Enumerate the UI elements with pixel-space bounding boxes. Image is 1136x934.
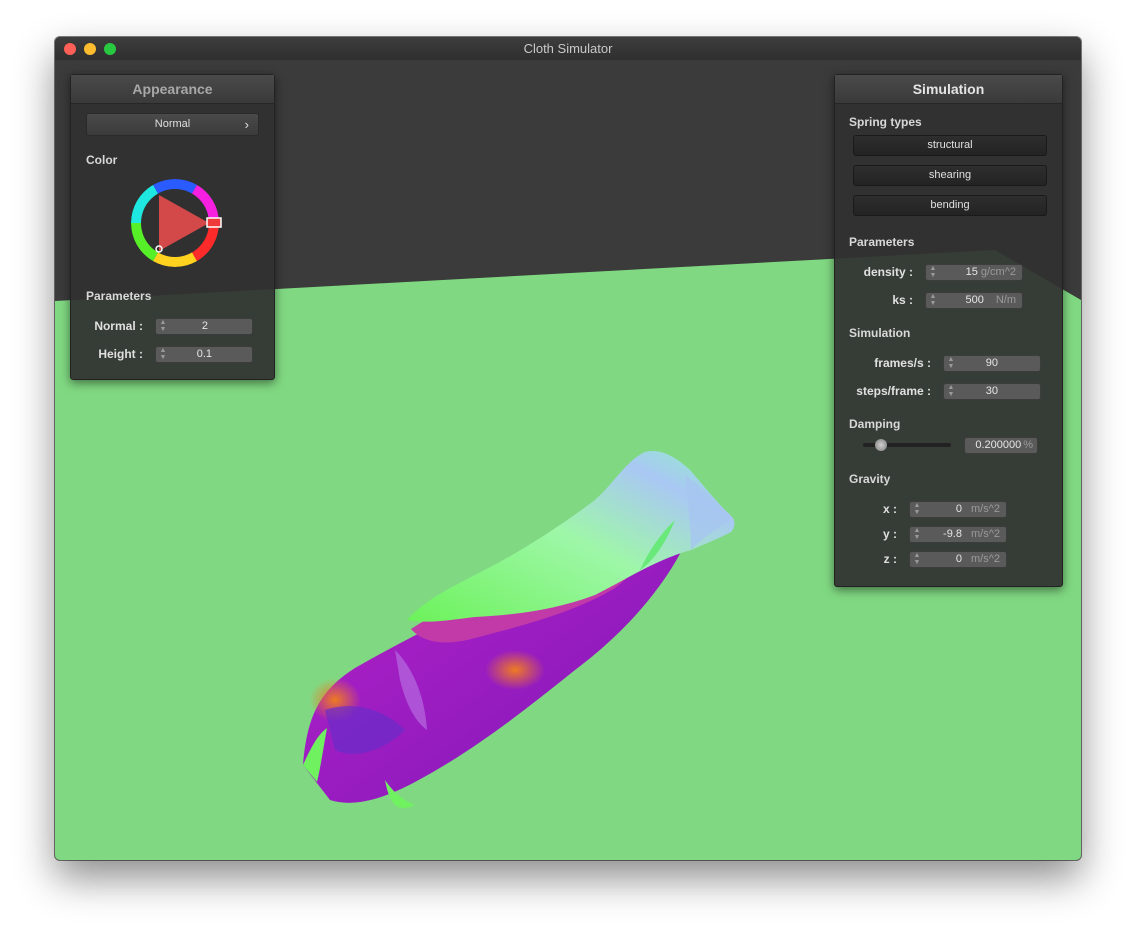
ks-value: 500 bbox=[965, 294, 984, 306]
gravity-x-label: x : bbox=[882, 502, 897, 516]
normal-label: Normal : bbox=[94, 319, 143, 333]
frames-label: frames/s : bbox=[874, 356, 931, 370]
spinner-icon[interactable]: ▲ ▼ bbox=[159, 319, 167, 334]
zoom-button[interactable] bbox=[104, 43, 116, 55]
steps-label: steps/frame : bbox=[856, 384, 931, 398]
gravity-y-unit: m/s^2 bbox=[971, 528, 1000, 540]
title-bar[interactable]: Cloth Simulator bbox=[55, 37, 1081, 61]
chevron-right-icon: › bbox=[244, 117, 249, 132]
normal-input[interactable]: ▲ ▼ 2 bbox=[155, 318, 253, 335]
spinner-icon[interactable]: ▲ ▼ bbox=[159, 347, 167, 362]
color-wheel-icon[interactable] bbox=[125, 173, 225, 273]
steps-value: 30 bbox=[985, 385, 998, 397]
damping-unit: % bbox=[1023, 439, 1033, 451]
spinner-icon[interactable]: ▲ ▼ bbox=[913, 552, 921, 567]
minimize-button[interactable] bbox=[84, 43, 96, 55]
gravity-label: Gravity bbox=[849, 472, 891, 486]
gravity-y-input[interactable]: ▲ ▼ -9.8 m/s^2 bbox=[909, 526, 1007, 543]
appearance-title: Appearance bbox=[71, 75, 274, 104]
gravity-z-value: 0 bbox=[955, 553, 962, 565]
height-label: Height : bbox=[98, 347, 143, 361]
gravity-y-value: -9.8 bbox=[943, 528, 962, 540]
app-window: Cloth Simulator Appearance Normal › Colo… bbox=[55, 37, 1081, 860]
gravity-x-unit: m/s^2 bbox=[971, 503, 1000, 515]
frames-input[interactable]: ▲ ▼ 90 bbox=[943, 355, 1041, 372]
damping-value: 0.200000 bbox=[975, 439, 1022, 451]
shader-dropdown[interactable]: Normal › bbox=[86, 113, 259, 136]
spinner-icon[interactable]: ▲ ▼ bbox=[913, 502, 921, 517]
gravity-z-label: z : bbox=[883, 552, 897, 566]
ks-label: ks : bbox=[892, 293, 913, 307]
height-input[interactable]: ▲ ▼ 0.1 bbox=[155, 346, 253, 363]
spring-types-label: Spring types bbox=[849, 115, 922, 129]
color-label: Color bbox=[86, 153, 118, 167]
height-value: 0.1 bbox=[196, 348, 212, 360]
close-button[interactable] bbox=[64, 43, 76, 55]
simulation-section-label: Simulation bbox=[849, 326, 911, 340]
3d-viewport[interactable]: Appearance Normal › Color Parameters Nor… bbox=[55, 60, 1081, 860]
ks-input[interactable]: ▲ ▼ 500 N/m bbox=[925, 292, 1023, 309]
sim-parameters-label: Parameters bbox=[849, 235, 915, 249]
steps-input[interactable]: ▲ ▼ 30 bbox=[943, 383, 1041, 400]
gravity-x-input[interactable]: ▲ ▼ 0 m/s^2 bbox=[909, 501, 1007, 518]
density-input[interactable]: ▲ ▼ 15 g/cm^2 bbox=[925, 264, 1023, 281]
damping-slider[interactable] bbox=[863, 439, 951, 451]
spinner-icon[interactable]: ▲ ▼ bbox=[947, 356, 955, 371]
damping-label: Damping bbox=[849, 417, 901, 431]
density-label: density : bbox=[863, 265, 913, 279]
ks-unit: N/m bbox=[995, 294, 1016, 306]
density-value: 15 bbox=[965, 266, 978, 278]
bending-button[interactable]: bending bbox=[853, 195, 1047, 216]
spinner-icon[interactable]: ▲ ▼ bbox=[929, 265, 937, 280]
spinner-icon[interactable]: ▲ ▼ bbox=[913, 527, 921, 542]
simulation-title: Simulation bbox=[835, 75, 1062, 104]
simulation-panel: Simulation Spring types structural shear… bbox=[834, 74, 1063, 587]
gravity-x-value: 0 bbox=[955, 503, 962, 515]
appearance-panel: Appearance Normal › Color Parameters Nor… bbox=[70, 74, 275, 380]
gravity-z-unit: m/s^2 bbox=[971, 553, 1000, 565]
damping-input[interactable]: 0.200000% bbox=[964, 437, 1038, 454]
normal-value: 2 bbox=[201, 320, 208, 332]
shader-dropdown-value: Normal bbox=[154, 118, 191, 130]
gravity-y-label: y : bbox=[882, 527, 897, 541]
structural-button[interactable]: structural bbox=[853, 135, 1047, 156]
appearance-parameters-label: Parameters bbox=[86, 289, 152, 303]
spinner-icon[interactable]: ▲ ▼ bbox=[947, 384, 955, 399]
frames-value: 90 bbox=[985, 357, 998, 369]
slider-knob[interactable] bbox=[874, 439, 887, 451]
shearing-button[interactable]: shearing bbox=[853, 165, 1047, 186]
window-title: Cloth Simulator bbox=[523, 41, 613, 56]
gravity-z-input[interactable]: ▲ ▼ 0 m/s^2 bbox=[909, 551, 1007, 568]
density-unit: g/cm^2 bbox=[980, 266, 1016, 278]
spinner-icon[interactable]: ▲ ▼ bbox=[929, 293, 937, 308]
